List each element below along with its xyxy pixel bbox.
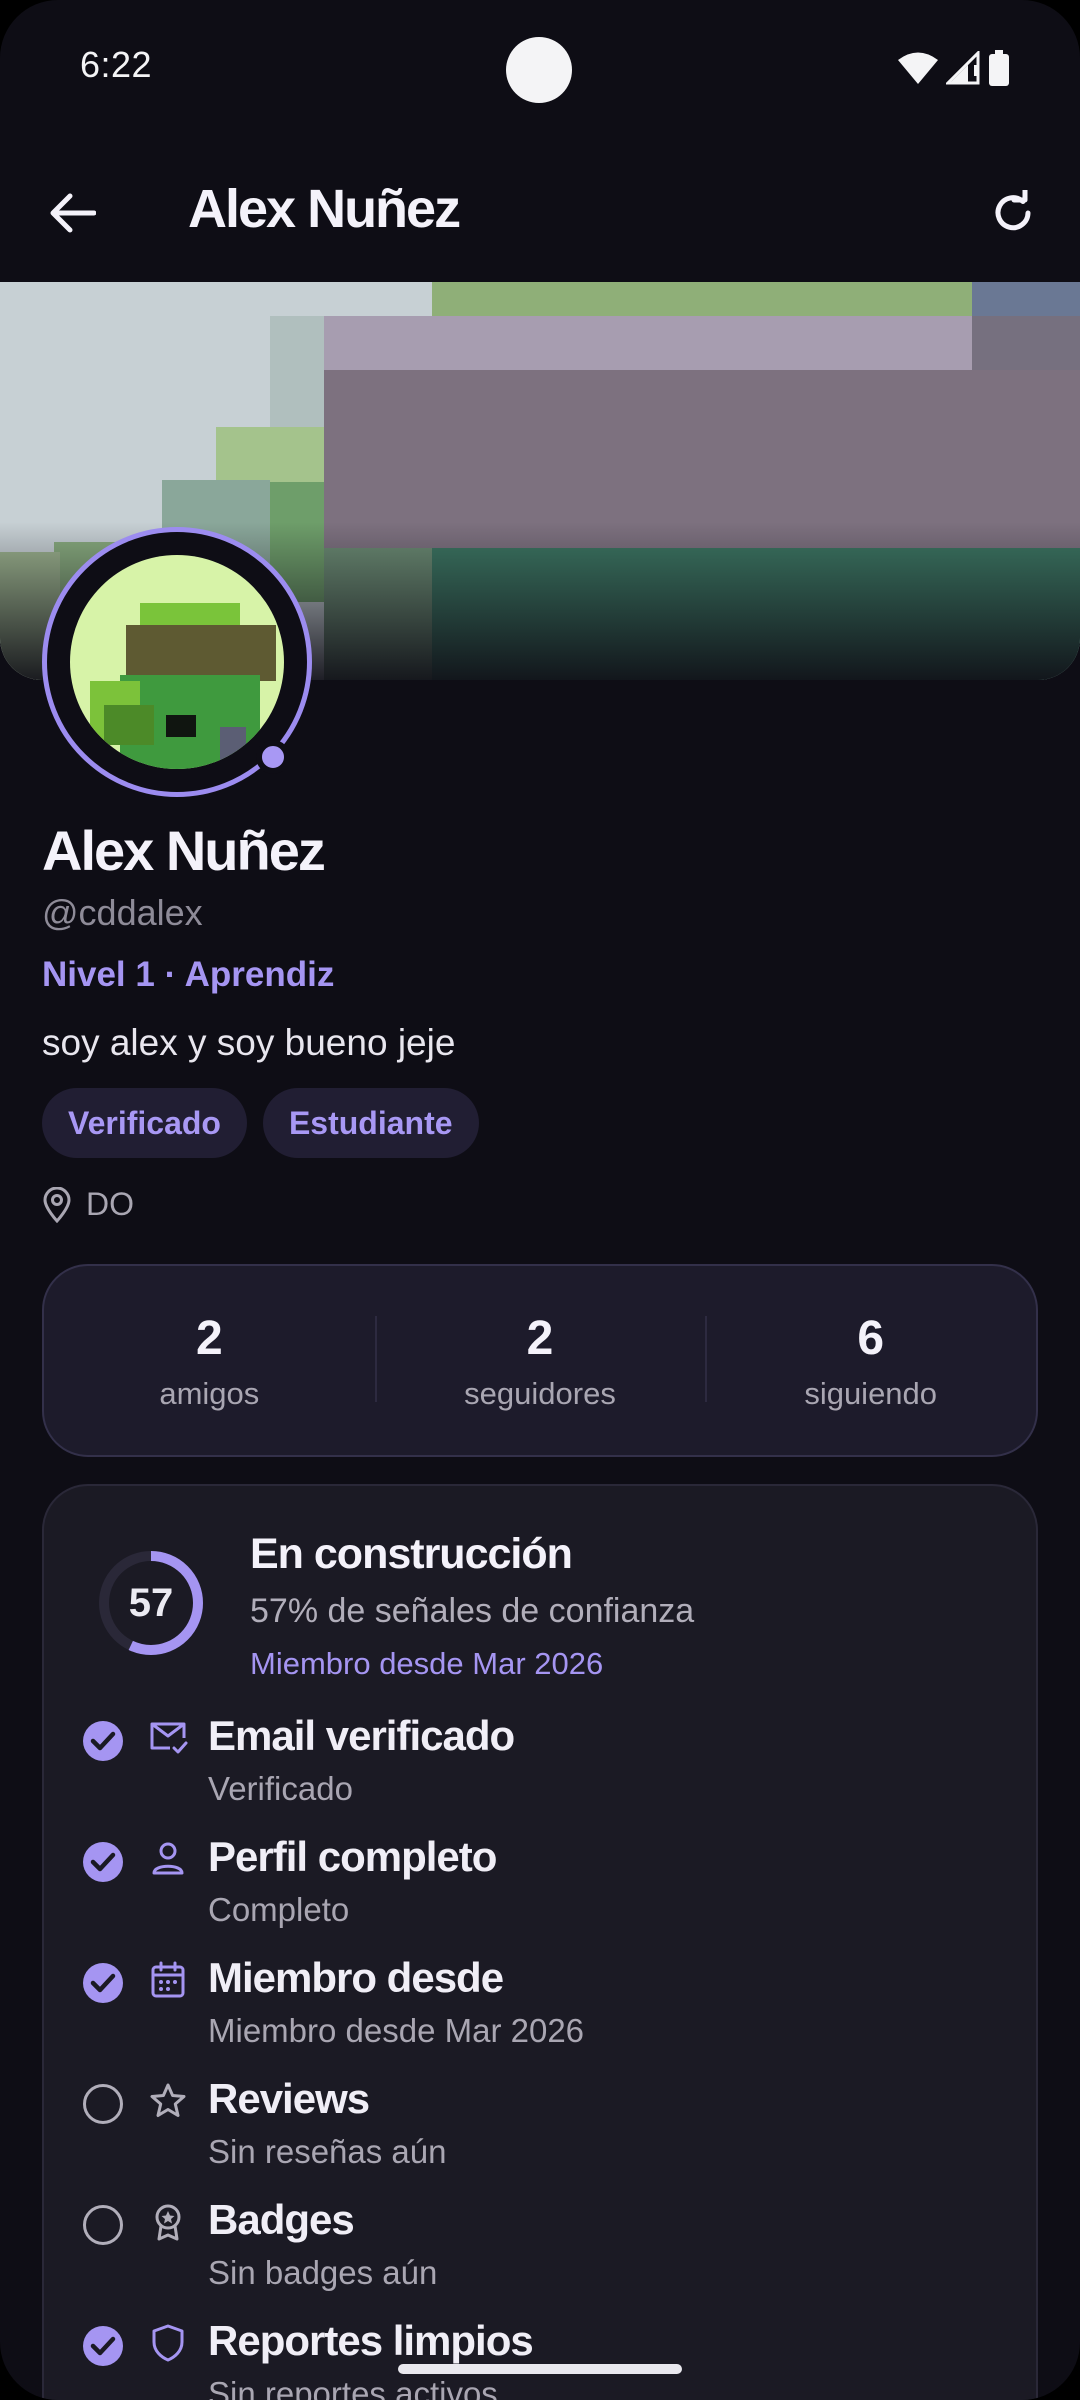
tag-estudiante: Estudiante	[262, 1088, 479, 1158]
signal-title: Badges	[208, 2196, 355, 2243]
check-pending-icon	[82, 2083, 124, 2125]
refresh-icon	[995, 190, 1031, 231]
profile-level: Nivel 1 · Aprendiz	[42, 955, 335, 994]
profile-screen: 6:22 Alex Nuñez Alex Nuñez @cddalex Nive…	[0, 0, 1080, 2400]
signal-perfil: Perfil completo Completo	[82, 1833, 982, 1943]
signal-title: Perfil completo	[208, 1833, 497, 1880]
stat-siguiendo[interactable]: 6 siguiendo	[705, 1310, 1036, 1412]
app-bar: Alex Nuñez	[0, 150, 1080, 280]
arrow-left-icon	[50, 193, 96, 233]
trust-subtitle: 57% de señales de confianza	[250, 1592, 695, 1630]
stat-value: 6	[857, 1311, 885, 1365]
stat-amigos[interactable]: 2 amigos	[44, 1310, 375, 1412]
signal-miembro: Miembro desde Miembro desde Mar 2026	[82, 1954, 982, 2064]
check-done-icon	[82, 1962, 124, 2004]
signal-title: Miembro desde	[208, 1954, 504, 2001]
front-camera	[506, 37, 572, 103]
battery-icon	[989, 50, 1009, 86]
check-done-icon	[82, 1720, 124, 1762]
back-button[interactable]	[36, 176, 110, 250]
home-indicator[interactable]	[398, 2364, 682, 2374]
shield-icon	[148, 2323, 188, 2363]
location-text: DO	[86, 1186, 134, 1222]
location-pin-icon	[43, 1186, 71, 1223]
page-title: Alex Nuñez	[188, 179, 461, 239]
trust-card: 57 En construcción 57% de señales de con…	[42, 1484, 1038, 2400]
wifi-icon	[898, 52, 938, 84]
profile-name: Alex Nuñez	[42, 819, 326, 882]
profile-handle: @cddalex	[42, 892, 203, 933]
stat-seguidores[interactable]: 2 seguidores	[374, 1310, 706, 1412]
calendar-icon	[148, 1960, 188, 2000]
signal-status: Sin reportes activos	[208, 2375, 498, 2400]
signal-title: Reviews	[208, 2075, 370, 2122]
status-icons	[898, 48, 1010, 88]
signal-badges: Badges Sin badges aún	[82, 2196, 982, 2306]
online-status-dot	[256, 740, 290, 774]
profile-bio: soy alex y soy bueno jeje	[42, 1022, 456, 1063]
trust-member-since: Miembro desde Mar 2026	[250, 1646, 604, 1681]
signal-reviews: Reviews Sin reseñas aún	[82, 2075, 982, 2185]
stat-value: 2	[526, 1311, 554, 1365]
refresh-button[interactable]	[976, 176, 1050, 250]
signal-reportes: Reportes limpios Sin reportes activos	[82, 2317, 982, 2400]
check-done-icon	[82, 2325, 124, 2367]
stat-label: amigos	[159, 1375, 260, 1411]
signal-status: Sin reseñas aún	[208, 2133, 447, 2170]
avatar[interactable]	[70, 555, 284, 769]
signal-icon	[946, 51, 980, 85]
signal-status: Completo	[208, 1891, 350, 1928]
trust-score-value: 57	[128, 1580, 174, 1625]
badge-icon	[148, 2202, 188, 2242]
tag-verificado: Verificado	[42, 1088, 247, 1158]
stat-label: seguidores	[464, 1375, 616, 1411]
stat-value: 2	[195, 1311, 223, 1365]
stats-card: 2 amigos 2 seguidores 6 siguiendo	[42, 1264, 1038, 1457]
signal-status: Miembro desde Mar 2026	[208, 2012, 585, 2049]
profile-location: DO	[42, 1186, 134, 1223]
signal-status: Verificado	[208, 1770, 353, 1807]
status-bar: 6:22	[0, 0, 1080, 135]
signal-title: Reportes limpios	[208, 2317, 534, 2364]
signal-status: Sin badges aún	[208, 2254, 438, 2291]
signal-title: Email verificado	[208, 1712, 515, 1759]
trust-title: En construcción	[250, 1530, 573, 1578]
signal-email: Email verificado Verificado	[82, 1712, 982, 1822]
profile-tags: Verificado Estudiante	[42, 1088, 479, 1158]
person-icon	[148, 1839, 188, 1879]
status-time: 6:22	[80, 44, 153, 85]
stat-label: siguiendo	[804, 1375, 938, 1411]
check-done-icon	[82, 1841, 124, 1883]
star-icon	[148, 2081, 188, 2121]
mail-check-icon	[148, 1718, 188, 1758]
check-pending-icon	[82, 2204, 124, 2246]
